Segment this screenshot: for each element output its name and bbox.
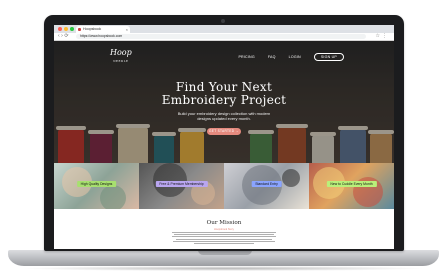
feature-tile-label: Standard Entry [251, 181, 282, 187]
feature-tile[interactable]: Free & Premium Membership [139, 163, 224, 209]
text-line [172, 236, 276, 238]
feature-tile-label: High Quality Designs [76, 181, 117, 187]
logo-text: Hoop [110, 48, 132, 57]
embroidery-image [153, 163, 187, 197]
hero-title: Find Your Next Embroidery Project [54, 81, 394, 107]
laptop-screen: Hoopsbook × ‹›⟳ https://www.hoopsbook.co… [54, 25, 394, 249]
feature-tile[interactable]: New to Cuddle Every Month [309, 163, 394, 209]
site-logo[interactable]: Hoop NEEDLE [110, 49, 132, 66]
text-line [194, 242, 254, 244]
maximize-window-button[interactable] [70, 27, 74, 31]
tab-title: Hoopsbook [83, 27, 102, 31]
laptop-shadow [20, 266, 427, 271]
hero-section: Hoop NEEDLE PRICING FAQ LOGIN SIGN UP Fi… [54, 41, 394, 163]
mission-title: Our Mission [206, 220, 242, 226]
browser-tab-bar: Hoopsbook × [54, 25, 394, 33]
url-input[interactable]: https://www.hoopsbook.com [76, 34, 366, 39]
feature-tile[interactable]: Standard Entry [224, 163, 309, 209]
top-nav: PRICING FAQ LOGIN SIGN UP [238, 53, 344, 61]
browser-tab[interactable]: Hoopsbook × [76, 26, 130, 33]
get-started-button[interactable]: GET STARTED → [207, 128, 241, 135]
close-tab-icon[interactable]: × [126, 26, 128, 33]
browser-menu-icon[interactable]: ☆⋮ [376, 33, 389, 40]
feature-tile-label: New to Cuddle Every Month [326, 181, 377, 187]
feature-tile[interactable]: High Quality Designs [54, 163, 139, 209]
logo-subtext: NEEDLE [113, 60, 129, 63]
mission-subtitle: Hoopsbook Story [214, 228, 234, 231]
navigation-buttons[interactable]: ‹›⟳ [58, 33, 70, 40]
hero-subtitle-line: designs updated every month. [197, 116, 251, 121]
laptop-lid: Hoopsbook × ‹›⟳ https://www.hoopsbook.co… [44, 15, 404, 251]
text-line [173, 240, 275, 242]
hero-subtitle: Build your embroidery design collection … [54, 111, 394, 121]
embroidery-image [282, 169, 300, 187]
close-window-button[interactable] [58, 27, 62, 31]
webcam [221, 19, 225, 23]
mission-paragraph [172, 232, 276, 245]
feature-tiles: High Quality Designs Free & Premium Memb… [54, 163, 394, 209]
text-line [172, 232, 276, 233]
window-controls [58, 27, 74, 31]
nav-login[interactable]: LOGIN [289, 55, 301, 59]
minimize-window-button[interactable] [64, 27, 68, 31]
nav-faq[interactable]: FAQ [268, 55, 276, 59]
nav-pricing[interactable]: PRICING [238, 55, 254, 59]
embroidery-image [100, 185, 126, 209]
laptop-base [8, 250, 439, 266]
hero-title-line: Embroidery Project [161, 93, 287, 107]
address-bar-row: ‹›⟳ https://www.hoopsbook.com ☆⋮ [54, 33, 394, 41]
mission-section: Our Mission Hoopsbook Story [54, 209, 394, 249]
feature-tile-label: Free & Premium Membership [155, 181, 208, 187]
text-line [174, 234, 274, 236]
text-line [176, 238, 272, 240]
favicon-icon [78, 28, 81, 31]
sign-up-button[interactable]: SIGN UP [313, 53, 344, 61]
